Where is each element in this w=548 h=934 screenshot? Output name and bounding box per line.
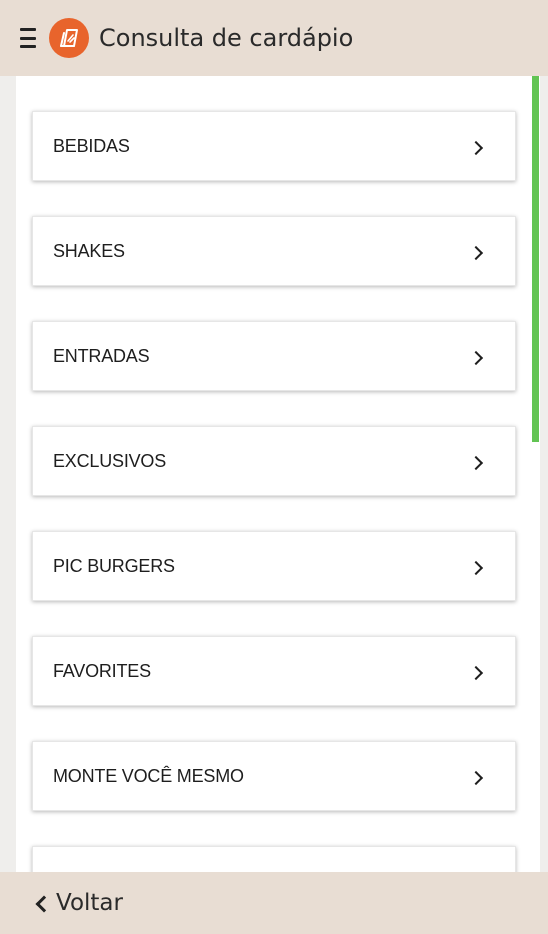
category-item-label: SHAKES (53, 240, 125, 261)
chevron-right-icon (468, 770, 484, 786)
category-item-label: PIC BURGERS (53, 555, 175, 576)
chevron-right-icon (468, 455, 484, 471)
right-frame (540, 0, 548, 934)
category-item-pic-burgers[interactable]: PIC BURGERS (32, 531, 516, 601)
category-item-bebidas[interactable]: BEBIDAS (32, 111, 516, 181)
chevron-right-icon (468, 140, 484, 156)
chevron-right-icon (468, 245, 484, 261)
category-item-partial[interactable] (32, 846, 516, 872)
page-title: Consulta de cardápio (99, 24, 354, 52)
app-screen: Consulta de cardápio BEBIDAS SHAKES ENTR… (0, 0, 548, 934)
left-frame (0, 0, 16, 934)
scrollbar-thumb[interactable] (532, 76, 539, 442)
chevron-right-icon (468, 665, 484, 681)
category-item-label: MONTE VOCÊ MESMO (53, 765, 244, 786)
app-footer: Voltar (0, 872, 548, 934)
category-item-label: FAVORITES (53, 660, 151, 681)
chevron-right-icon (468, 560, 484, 576)
chevron-right-icon (468, 350, 484, 366)
category-item-label: ENTRADAS (53, 345, 150, 366)
app-header: Consulta de cardápio (0, 0, 548, 76)
menu-book-icon (60, 29, 78, 47)
hamburger-menu-icon[interactable] (20, 28, 40, 48)
app-logo-icon (49, 18, 89, 58)
category-item-entradas[interactable]: ENTRADAS (32, 321, 516, 391)
back-button[interactable]: Voltar (35, 890, 123, 916)
back-button-label: Voltar (56, 890, 123, 916)
category-item-label: EXCLUSIVOS (53, 450, 167, 471)
category-item-label: BEBIDAS (53, 135, 130, 156)
chevron-left-icon (35, 895, 53, 912)
menu-category-list: BEBIDAS SHAKES ENTRADAS EXCLUSIVOS PIC B… (16, 76, 540, 872)
category-item-exclusivos[interactable]: EXCLUSIVOS (32, 426, 516, 496)
category-item-monte-voce-mesmo[interactable]: MONTE VOCÊ MESMO (32, 741, 516, 811)
category-item-shakes[interactable]: SHAKES (32, 216, 516, 286)
category-item-favorites[interactable]: FAVORITES (32, 636, 516, 706)
